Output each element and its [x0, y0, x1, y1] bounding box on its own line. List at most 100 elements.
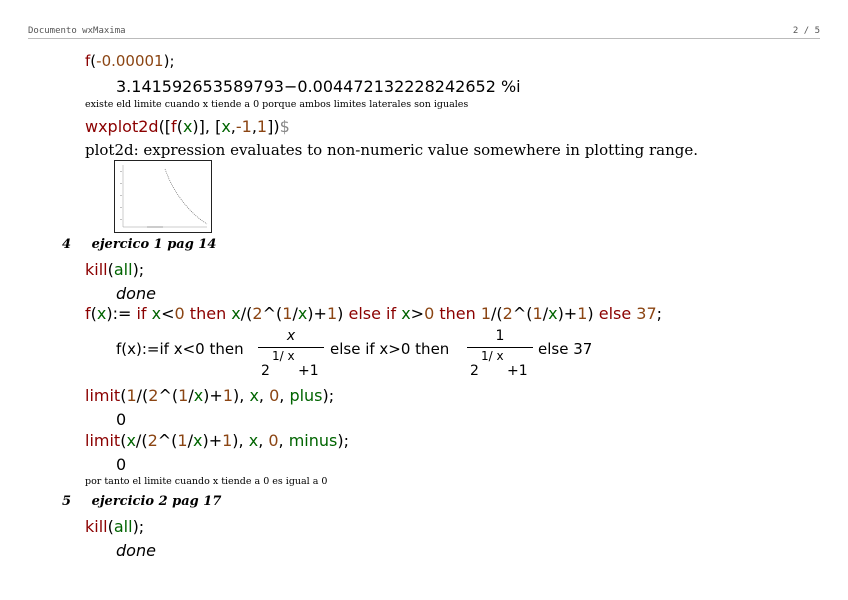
- keyword: else: [598, 304, 637, 323]
- plot-thumbnail[interactable]: [114, 160, 212, 233]
- output-limit-minus: 0: [116, 455, 127, 474]
- punct: ([: [158, 117, 172, 136]
- function-name: kill: [85, 517, 108, 536]
- punct: ^(: [512, 304, 533, 323]
- section-heading-5: 5 ejercicio 2 pag 17: [62, 494, 221, 509]
- keyword: then: [434, 304, 481, 323]
- punct: )+: [203, 386, 223, 405]
- page-number: 2 / 5: [792, 26, 820, 36]
- punct: ^(: [158, 386, 179, 405]
- variable: x: [193, 386, 204, 405]
- input-cell-kill-2[interactable]: kill(all);: [85, 517, 144, 536]
- punct: /(: [135, 431, 148, 450]
- input-cell-define-f[interactable]: f(x):= if x<0 then x/(2^(1/x)+1) else if…: [85, 304, 662, 323]
- number: 2: [502, 304, 513, 323]
- number: 0: [174, 304, 185, 323]
- fraction-2-denominator: 2 1/ x +1: [467, 348, 533, 379]
- comment-text: existe eld limite cuando x tiende a 0 po…: [85, 99, 469, 110]
- section-heading-4: 4 ejercico 1 pag 14: [62, 237, 216, 252]
- variable: x: [548, 304, 558, 323]
- punct: ): [587, 304, 599, 323]
- fraction-1: x 2 1/ x +1: [258, 328, 324, 379]
- number: 1: [480, 304, 492, 323]
- exponent: 1/ x: [272, 349, 295, 363]
- number: 2: [147, 431, 158, 450]
- punct: ),: [232, 431, 249, 450]
- input-cell-wxplot2d[interactable]: wxplot2d([f(x)], [x,-1,1])$: [85, 117, 290, 136]
- punct: ,: [258, 386, 270, 405]
- argument: all: [113, 260, 133, 279]
- output-f-definition-lhs: f(x):=if x<0 then: [116, 340, 244, 358]
- variable: x: [96, 304, 107, 323]
- output-limit-plus: 0: [116, 410, 127, 429]
- number: 1: [532, 304, 543, 323]
- section-number: 4: [62, 237, 72, 252]
- fraction-2: 1 2 1/ x +1: [467, 328, 533, 379]
- variable: x: [126, 431, 136, 450]
- punct: );: [337, 431, 350, 450]
- punct: )+: [202, 431, 223, 450]
- operator: <: [161, 304, 175, 323]
- punct: ): [337, 304, 349, 323]
- keyword: else if: [348, 304, 397, 323]
- exponent: 1/ x: [481, 349, 504, 363]
- math-text: else if x>0 then: [330, 340, 450, 358]
- number: 1: [177, 431, 188, 450]
- number: 2: [148, 386, 159, 405]
- punct: ,: [258, 431, 269, 450]
- base: 2: [470, 363, 479, 379]
- plot-curve: [120, 165, 208, 228]
- input-cell-kill[interactable]: kill(all);: [85, 260, 144, 279]
- punct: ,: [278, 431, 289, 450]
- number: -1: [235, 117, 252, 136]
- output-done: done: [116, 541, 156, 560]
- number: 1: [222, 431, 233, 450]
- punct: ;: [656, 304, 663, 323]
- punct: /(: [136, 386, 149, 405]
- variable: x: [221, 117, 231, 136]
- direction: plus: [289, 386, 323, 405]
- input-cell-f-eval[interactable]: f(-0.00001);: [85, 52, 175, 70]
- input-cell-limit-minus[interactable]: limit(x/(2^(1/x)+1), x, 0, minus);: [85, 431, 349, 450]
- number: 1: [256, 117, 268, 136]
- number: 1: [326, 304, 338, 323]
- output-f-definition-rhs: else 37: [538, 340, 592, 358]
- number: 1: [282, 304, 293, 323]
- number: 37: [636, 304, 657, 323]
- punct: ),: [233, 386, 250, 405]
- punct: ^(: [262, 304, 283, 323]
- document-title: Documento wxMaxima: [28, 26, 126, 36]
- number: 1: [178, 386, 189, 405]
- page-header: Documento wxMaxima 2 / 5: [28, 26, 820, 38]
- function-name: kill: [85, 260, 108, 279]
- input-cell-limit-plus[interactable]: limit(1/(2^(1/x)+1), x, 0, plus);: [85, 386, 334, 405]
- punct: ):=: [106, 304, 137, 323]
- variable: x: [151, 304, 162, 323]
- number: 0: [424, 304, 435, 323]
- math-text: else 37: [538, 340, 593, 358]
- keyword: then: [184, 304, 232, 323]
- output-f-definition-mid: else if x>0 then: [330, 340, 449, 358]
- function-name: limit: [85, 386, 121, 405]
- section-title: ejercicio 2 pag 17: [91, 494, 222, 509]
- paren-close: );: [132, 517, 145, 536]
- number: 1: [222, 386, 234, 405]
- number: 2: [252, 304, 263, 323]
- variable: x: [231, 304, 241, 323]
- punct: /(: [491, 304, 503, 323]
- base: 2: [261, 363, 270, 379]
- punct: ]): [267, 117, 280, 136]
- number: 1: [126, 386, 137, 405]
- function-name: wxplot2d: [85, 117, 159, 136]
- argument: all: [113, 517, 133, 536]
- plus-one: +1: [298, 363, 319, 379]
- number: 0.00001: [101, 52, 164, 70]
- fraction-2-numerator: 1: [495, 328, 505, 344]
- math-text: f(x):=if x<0 then: [116, 340, 244, 358]
- section-number: 5: [62, 494, 72, 509]
- punct: );: [322, 386, 335, 405]
- punct: /(: [240, 304, 253, 323]
- fraction-1-numerator: x: [286, 328, 296, 344]
- variable: x: [401, 304, 411, 323]
- variable: x: [249, 386, 259, 405]
